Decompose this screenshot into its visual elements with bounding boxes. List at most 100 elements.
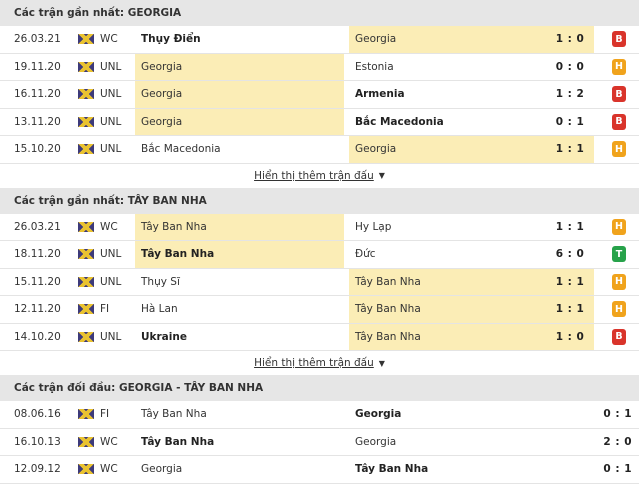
competition-flag <box>78 429 96 456</box>
home-team[interactable]: Thụy Điển <box>135 26 344 53</box>
home-team[interactable]: Hà Lan <box>135 296 344 323</box>
section-title: Các trận gần nhất: GEORGIA <box>0 0 639 26</box>
match-score: 1 : 0 <box>555 330 585 343</box>
result-badge: B <box>612 31 626 48</box>
competition-flag <box>78 241 96 268</box>
competition-flag <box>78 324 96 351</box>
match-list: 08.06.16 FI Tây Ban Nha Georgia 0 : 1 16.10.1… <box>0 401 639 484</box>
caret-down-icon[interactable]: ▼ <box>379 359 385 368</box>
away-team[interactable]: Georgia <box>349 429 594 456</box>
match-date: 16.11.20 <box>14 88 61 101</box>
match-row[interactable]: 19.11.20 UNL Georgia Estonia 0 : 0H <box>0 53 639 81</box>
competition-flag <box>78 214 96 241</box>
competition-flag-icon <box>78 436 94 447</box>
match-date: 13.11.20 <box>14 115 61 128</box>
result-badge: B <box>612 113 626 130</box>
competition-flag-icon <box>78 464 94 475</box>
caret-down-icon[interactable]: ▼ <box>379 171 385 180</box>
result-cell: B <box>609 324 629 351</box>
show-more-link[interactable]: Hiển thị thêm trận đấu <box>254 357 374 369</box>
match-date: 12.11.20 <box>14 303 61 316</box>
competition-flag-icon <box>78 221 94 232</box>
match-row[interactable]: 14.10.20 UNL Ukraine Tây Ban Nha 1 : 0B <box>0 323 639 351</box>
competition-code: FI <box>100 303 110 316</box>
match-score: 1 : 1 <box>555 143 585 156</box>
home-team[interactable]: Tây Ban Nha <box>135 213 344 240</box>
competition-flag <box>78 26 96 53</box>
result-badge: H <box>612 273 626 290</box>
match-row[interactable]: 15.10.20 UNL Bắc Macedonia Georgia 1 : 1H <box>0 136 639 164</box>
competition-flag-icon <box>78 304 94 315</box>
competition-code: UNL <box>100 248 122 261</box>
match-date: 18.11.20 <box>14 248 61 261</box>
home-team[interactable]: Bắc Macedonia <box>135 136 344 163</box>
match-row[interactable]: 12.11.20 FI Hà Lan Tây Ban Nha 1 : 1H <box>0 296 639 324</box>
match-score: 1 : 1 <box>555 275 585 288</box>
match-score: 6 : 0 <box>555 248 585 261</box>
home-team[interactable]: Georgia <box>135 81 344 108</box>
match-date: 15.11.20 <box>14 275 61 288</box>
competition-flag <box>78 401 96 428</box>
match-score: 0 : 1 <box>555 115 585 128</box>
result-cell: H <box>609 54 629 81</box>
match-date: 08.06.16 <box>14 408 61 421</box>
away-team[interactable]: Tây Ban Nha <box>349 456 594 483</box>
home-team[interactable]: Tây Ban Nha <box>135 241 344 268</box>
result-badge: B <box>612 86 626 103</box>
competition-flag-icon <box>78 276 94 287</box>
match-row[interactable]: 26.03.21 WC Tây Ban Nha Hy Lạp 1 : 1H <box>0 213 639 241</box>
competition-code: WC <box>100 463 118 476</box>
competition-flag-icon <box>78 61 94 72</box>
home-team[interactable]: Tây Ban Nha <box>135 401 344 428</box>
competition-flag-icon <box>78 249 94 260</box>
result-cell: H <box>609 269 629 296</box>
competition-flag-icon <box>78 331 94 342</box>
match-score: 0 : 0 <box>555 60 585 73</box>
match-list: 26.03.21 WC Tây Ban Nha Hy Lạp 1 : 1 H 18.11.2… <box>0 213 639 351</box>
show-more-row: Hiển thị thêm trận đấu ▼ <box>0 351 639 375</box>
competition-code: UNL <box>100 115 122 128</box>
result-badge: H <box>612 141 626 158</box>
match-row[interactable]: 16.11.20 UNL Georgia Armenia 1 : 2B <box>0 81 639 109</box>
match-row[interactable]: 18.11.20 UNL Tây Ban Nha Đức 6 : 0T <box>0 241 639 269</box>
match-date: 14.10.20 <box>14 330 61 343</box>
result-cell: B <box>609 26 629 53</box>
match-row[interactable]: 26.03.21 WC Thụy Điển Georgia 1 : 0B <box>0 26 639 54</box>
competition-code: FI <box>100 408 110 421</box>
result-cell: B <box>609 81 629 108</box>
match-row[interactable]: 13.11.20 UNL Georgia Bắc Macedonia 0 : 1B <box>0 108 639 136</box>
show-more-link[interactable]: Hiển thị thêm trận đấu <box>254 170 374 182</box>
home-team[interactable]: Georgia <box>135 108 344 135</box>
competition-flag <box>78 456 96 483</box>
result-badge: B <box>612 328 626 345</box>
head-to-head: Các trận đối đầu: GEORGIA - TÂY BAN NHA … <box>0 375 639 484</box>
home-team[interactable]: Georgia <box>135 456 344 483</box>
result-badge: H <box>612 58 626 75</box>
competition-code: UNL <box>100 330 122 343</box>
match-score: 2 : 0 <box>603 435 632 448</box>
competition-code: WC <box>100 435 118 448</box>
section-title: Các trận đối đầu: GEORGIA - TÂY BAN NHA <box>0 375 639 401</box>
away-team[interactable]: Georgia <box>349 401 594 428</box>
competition-flag <box>78 136 96 163</box>
match-history-panel: Các trận gần nhất: GEORGIA 26.03.21 WC Thụ… <box>0 0 639 484</box>
match-row[interactable]: 16.10.13 WC Tây Ban Nha Georgia 2 : 0 <box>0 429 639 456</box>
match-score: 1 : 1 <box>555 303 585 316</box>
recent-matches-team2: Các trận gần nhất: TÂY BAN NHA 26.03.21 W… <box>0 187 639 376</box>
show-more-row: Hiển thị thêm trận đấu ▼ <box>0 164 639 188</box>
match-row[interactable]: 08.06.16 FI Tây Ban Nha Georgia 0 : 1 <box>0 401 639 429</box>
competition-code: UNL <box>100 275 122 288</box>
home-team[interactable]: Georgia <box>135 53 344 80</box>
home-team[interactable]: Tây Ban Nha <box>135 429 344 456</box>
match-score: 0 : 1 <box>603 408 632 421</box>
match-row[interactable]: 15.11.20 UNL Thụy Sĩ Tây Ban Nha 1 : 1H <box>0 268 639 296</box>
competition-flag <box>78 54 96 81</box>
home-team[interactable]: Thụy Sĩ <box>135 269 344 296</box>
competition-code: WC <box>100 220 118 233</box>
competition-flag <box>78 81 96 108</box>
match-date: 26.03.21 <box>14 33 61 46</box>
match-row[interactable]: 12.09.12 WC Georgia Tây Ban Nha 0 : 1 <box>0 456 639 484</box>
match-score: 1 : 1 <box>555 220 585 233</box>
match-date: 16.10.13 <box>14 435 61 448</box>
home-team[interactable]: Ukraine <box>135 324 344 351</box>
